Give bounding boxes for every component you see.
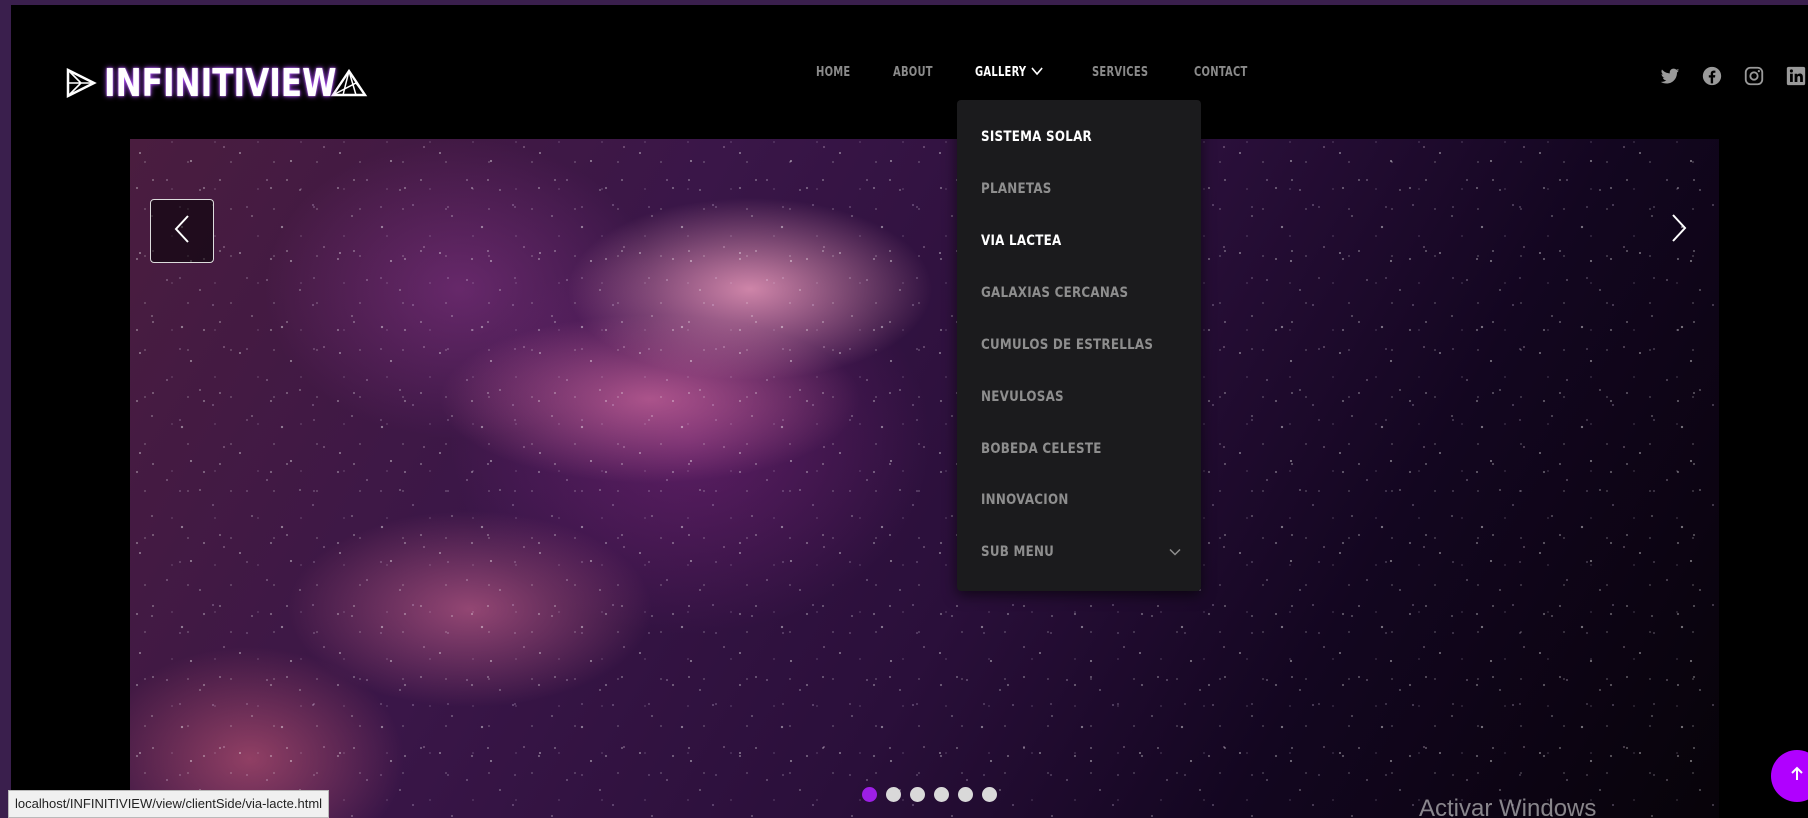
dropdown-item-label: SISTEMA SOLAR <box>981 129 1092 145</box>
dropdown-item-label: BOBEDA CELESTE <box>981 441 1102 457</box>
logo-mark-icon <box>64 66 98 100</box>
chevron-down-icon <box>1169 544 1181 560</box>
dropdown-item-label: NEVULOSAS <box>981 389 1064 405</box>
nav-home-label: HOME <box>816 65 851 80</box>
dropdown-item-sub-menu[interactable]: SUB MENU <box>981 539 1181 565</box>
dropdown-item-innovacion[interactable]: INNOVACION <box>981 487 1181 513</box>
linkedin-icon[interactable] <box>1785 65 1807 87</box>
dropdown-item-cumulos-de-estrellas[interactable]: CUMULOS DE ESTRELLAS <box>981 332 1181 358</box>
brand-logo[interactable]: INFINITIVIEW <box>64 61 368 105</box>
browser-status-bar: localhost/INFINITIVIEW/view/clientSide/v… <box>8 790 330 818</box>
chevron-right-icon <box>1669 212 1689 248</box>
social-links <box>1659 65 1807 87</box>
nav-contact[interactable]: CONTACT <box>1194 65 1248 80</box>
dropdown-item-label: PLANETAS <box>981 181 1052 197</box>
instagram-icon[interactable] <box>1743 65 1765 87</box>
twitter-icon[interactable] <box>1659 65 1681 87</box>
carousel-dot-3[interactable] <box>910 787 925 802</box>
gallery-dropdown-menu: SISTEMA SOLAR PLANETAS VIA LACTEA GALAXI… <box>957 100 1201 591</box>
carousel-dot-2[interactable] <box>886 787 901 802</box>
dropdown-item-via-lactea[interactable]: VIA LACTEA <box>981 228 1181 254</box>
carousel-next-button[interactable] <box>1659 199 1699 261</box>
chevron-left-icon <box>172 213 192 249</box>
brand-name: INFINITIVIEW <box>104 61 337 105</box>
nav-about-label: ABOUT <box>892 65 933 80</box>
dropdown-item-bobeda-celeste[interactable]: BOBEDA CELESTE <box>981 436 1181 462</box>
nav-home[interactable]: HOME <box>816 65 850 80</box>
starfield-layer-3 <box>130 139 1719 818</box>
dropdown-item-planetas[interactable]: PLANETAS <box>981 176 1181 202</box>
nav-services-label: SERVICES <box>1091 65 1149 80</box>
hero-carousel-slide <box>130 139 1719 818</box>
dropdown-item-label: INNOVACION <box>981 492 1069 508</box>
carousel-dot-4[interactable] <box>934 787 949 802</box>
dropdown-item-label: CUMULOS DE ESTRELLAS <box>981 337 1154 353</box>
carousel-dot-5[interactable] <box>958 787 973 802</box>
dropdown-item-nevulosas[interactable]: NEVULOSAS <box>981 384 1181 410</box>
carousel-prev-button[interactable] <box>150 199 214 263</box>
nav-gallery[interactable]: GALLERY <box>975 65 1044 80</box>
main-nav: HOME ABOUT GALLERY SERVICES CONTACT <box>816 65 1257 80</box>
nav-gallery-label: GALLERY <box>975 65 1027 80</box>
nav-services[interactable]: SERVICES <box>1092 65 1148 80</box>
carousel-dot-6[interactable] <box>982 787 997 802</box>
dropdown-item-galaxias-cercanas[interactable]: GALAXIAS CERCANAS <box>981 280 1181 306</box>
chevron-down-icon <box>1032 65 1044 80</box>
nav-contact-label: CONTACT <box>1194 65 1248 80</box>
page-frame: INFINITIVIEW HOME ABOUT GALLERY SERVICES… <box>11 5 1808 818</box>
carousel-indicators <box>862 787 997 802</box>
dropdown-item-label: GALAXIAS CERCANAS <box>981 285 1129 301</box>
carousel-dot-1[interactable] <box>862 787 877 802</box>
windows-activation-watermark: Activar Windows <box>1419 795 1597 818</box>
dropdown-item-sistema-solar[interactable]: SISTEMA SOLAR <box>981 124 1181 150</box>
facebook-icon[interactable] <box>1701 65 1723 87</box>
arrow-up-icon <box>1788 765 1806 787</box>
dropdown-item-label: SUB MENU <box>981 544 1055 560</box>
nav-about[interactable]: ABOUT <box>893 65 933 80</box>
back-to-top-button[interactable] <box>1771 750 1808 802</box>
dropdown-item-label: VIA LACTEA <box>981 233 1062 249</box>
